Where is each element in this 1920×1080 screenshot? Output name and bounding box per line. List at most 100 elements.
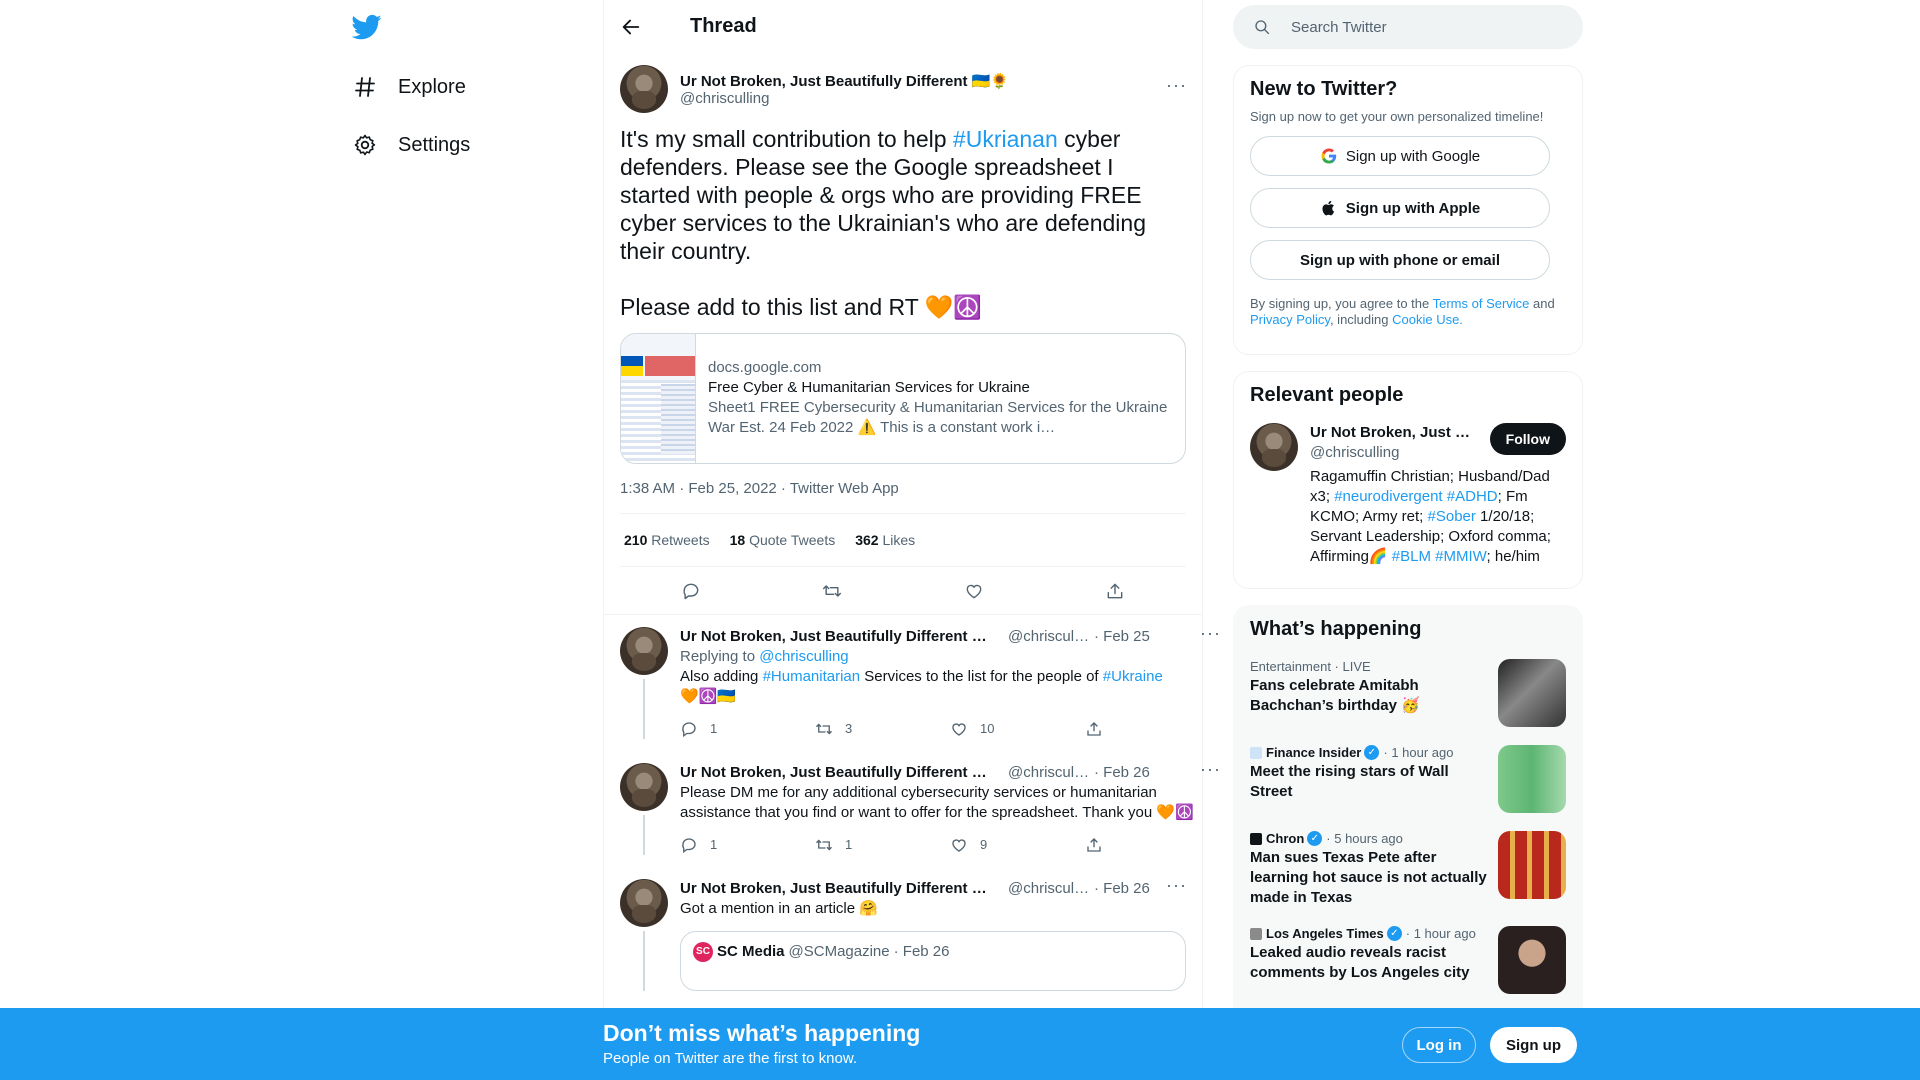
trend-item[interactable]: Los Angeles Times ✓ · 1 hour ago Leaked au… [1250,926,1566,994]
more-options-icon[interactable]: ··· [1166,876,1186,899]
legal-text-part: and [1529,296,1555,311]
like-icon[interactable] [964,581,984,601]
trend-image [1498,926,1566,994]
trend-item[interactable]: Finance Insider ✓ · 1 hour ago Meet the ri… [1250,745,1566,813]
retweets-count: 210 [624,532,648,548]
search-input[interactable]: Search Twitter [1233,5,1583,49]
reply-author-name[interactable]: Ur Not Broken, Just Beautifully Differen… [680,627,990,647]
signup-apple-button[interactable]: Sign up with Apple [1250,188,1550,228]
retweet-action[interactable]: 3 [815,719,950,739]
trend-item[interactable]: Entertainment · LIVE Fans celebrate Amit… [1250,659,1566,727]
hashtag-link[interactable]: #MMIW [1435,548,1486,565]
hashtag-link[interactable]: #neurodivergent [1334,488,1442,505]
person-handle[interactable]: @chrisculling [1310,443,1480,463]
page-title: Thread [690,15,757,37]
author-name[interactable]: Ur Not Broken, Just Beautifully Differen… [680,72,1166,90]
hashtag-link[interactable]: #Ukraine [1103,668,1163,685]
search-icon [1255,20,1270,35]
reply-author-name[interactable]: Ur Not Broken, Just Beautifully Differen… [680,879,990,899]
bottom-bar-title: Don’t miss what’s happening [603,1020,921,1046]
signup-google-button[interactable]: Sign up with Google [1250,136,1550,176]
trend-item[interactable]: Chron ✓ · 5 hours ago Man sues Texas Pete … [1250,831,1566,908]
thread-line [643,679,645,739]
share-action[interactable] [1085,720,1220,738]
verified-badge-icon: ✓ [1307,831,1323,846]
hashtag-link[interactable]: #ADHD [1447,488,1498,505]
avatar[interactable] [620,627,668,675]
likes-label: Likes [882,532,916,548]
avatar[interactable] [620,763,668,811]
hashtag-link[interactable]: #Humanitarian [763,668,861,685]
signup-subtitle: Sign up now to get your own personalized… [1250,109,1544,124]
follow-button[interactable]: Follow [1489,423,1566,455]
thread-header: Thread [604,0,1202,53]
retweet-action[interactable]: 1 [815,835,950,855]
likes-stat[interactable]: 362 Likes [855,532,915,548]
reply-text-part: Services to the list for the people of [860,668,1103,685]
login-button[interactable]: Log in [1402,1027,1476,1063]
reply-author-name[interactable]: Ur Not Broken, Just Beautifully Differen… [680,763,990,783]
chron-icon [1250,832,1262,845]
reply-date[interactable]: · Feb 25 [1094,627,1150,647]
person-name[interactable]: Ur Not Broken, Just Beautifully Differen… [1310,423,1480,443]
reply-action[interactable]: 1 [680,835,815,855]
back-arrow-icon[interactable] [620,16,642,38]
trend-time: · 1 hour ago [1405,926,1476,941]
quoted-tweet[interactable]: SC SC Media @SCMagazine · Feb 26 [680,931,1186,991]
share-icon[interactable] [1105,581,1125,601]
like-action[interactable]: 10 [950,719,1085,739]
signup-button[interactable]: Sign up [1490,1027,1577,1063]
privacy-link[interactable]: Privacy Policy [1250,312,1330,327]
signup-apple-label: Sign up with Apple [1345,199,1481,217]
reply-tweet[interactable]: Ur Not Broken, Just Beautifully Differen… [604,615,1220,739]
more-options-icon[interactable]: ··· [1200,760,1220,783]
quote-tweets-stat[interactable]: 18 Quote Tweets [730,532,836,548]
link-card[interactable]: docs.google.com Free Cyber & Humanitaria… [620,333,1186,464]
replying-to-link[interactable]: @chrisculling [759,648,848,665]
trend-title: Meet the rising stars of Wall Street [1250,763,1449,800]
retweet-icon[interactable] [822,581,842,601]
reply-author-handle[interactable]: @chrisculling [1008,763,1090,783]
reply-date[interactable]: · Feb 26 [1094,879,1150,899]
hashtag-link[interactable]: #Ukrianan [953,126,1058,152]
relevant-person[interactable]: Ur Not Broken, Just Beautifully Differen… [1250,423,1566,567]
avatar[interactable] [620,65,668,113]
person-bio: Ragamuffin Christian; Husband/Dad x3; #n… [1310,467,1566,567]
hashtag-link[interactable]: #Sober [1428,508,1476,525]
retweets-label: Retweets [651,532,710,548]
avatar[interactable] [620,879,668,927]
legal-text-part: , including [1329,312,1393,327]
thread-line [643,815,645,855]
reply-tweet[interactable]: Ur Not Broken, Just Beautifully Differen… [604,739,1220,855]
reply-action[interactable]: 1 [680,719,815,739]
like-action[interactable]: 9 [950,835,1085,855]
retweet-count: 3 [845,721,853,736]
hashtag-link[interactable]: #BLM [1392,548,1431,565]
tweet-text-part: It's my small contribution to help [620,126,953,152]
google-icon [1321,148,1337,164]
reply-author-handle[interactable]: @chrisculling [1008,627,1090,647]
reply-text: Also adding #Humanitarian Services to th… [680,667,1220,707]
reply-tweet[interactable]: Ur Not Broken, Just Beautifully Differen… [604,855,1202,991]
trend-image [1498,745,1566,813]
signup-phone-email-button[interactable]: Sign up with phone or email [1250,240,1550,280]
tweet-timestamp[interactable]: 1:38 AM · Feb 25, 2022 · Twitter Web App [620,480,1186,497]
nav-settings[interactable]: Settings [352,125,470,165]
share-action[interactable] [1085,836,1220,854]
more-options-icon[interactable]: ··· [1166,76,1186,99]
avatar[interactable] [1250,423,1298,471]
reply-author-handle[interactable]: @chrisculling [1008,879,1090,899]
nav-explore[interactable]: Explore [352,67,466,107]
reply-icon[interactable] [681,581,701,601]
retweets-stat[interactable]: 210 Retweets [624,532,710,548]
author-handle[interactable]: @chrisculling [680,90,1166,107]
cookie-link[interactable]: Cookie Use. [1392,312,1463,327]
twitter-bird-icon[interactable] [352,12,382,42]
terms-link[interactable]: Terms of Service [1433,296,1530,311]
gear-icon [352,132,378,158]
more-options-icon[interactable]: ··· [1200,624,1220,647]
reply-icon [682,722,696,738]
reply-date[interactable]: · Feb 26 [1094,763,1150,783]
quote-tweets-count: 18 [729,532,746,548]
quote-tweets-label: Quote Tweets [749,532,836,548]
